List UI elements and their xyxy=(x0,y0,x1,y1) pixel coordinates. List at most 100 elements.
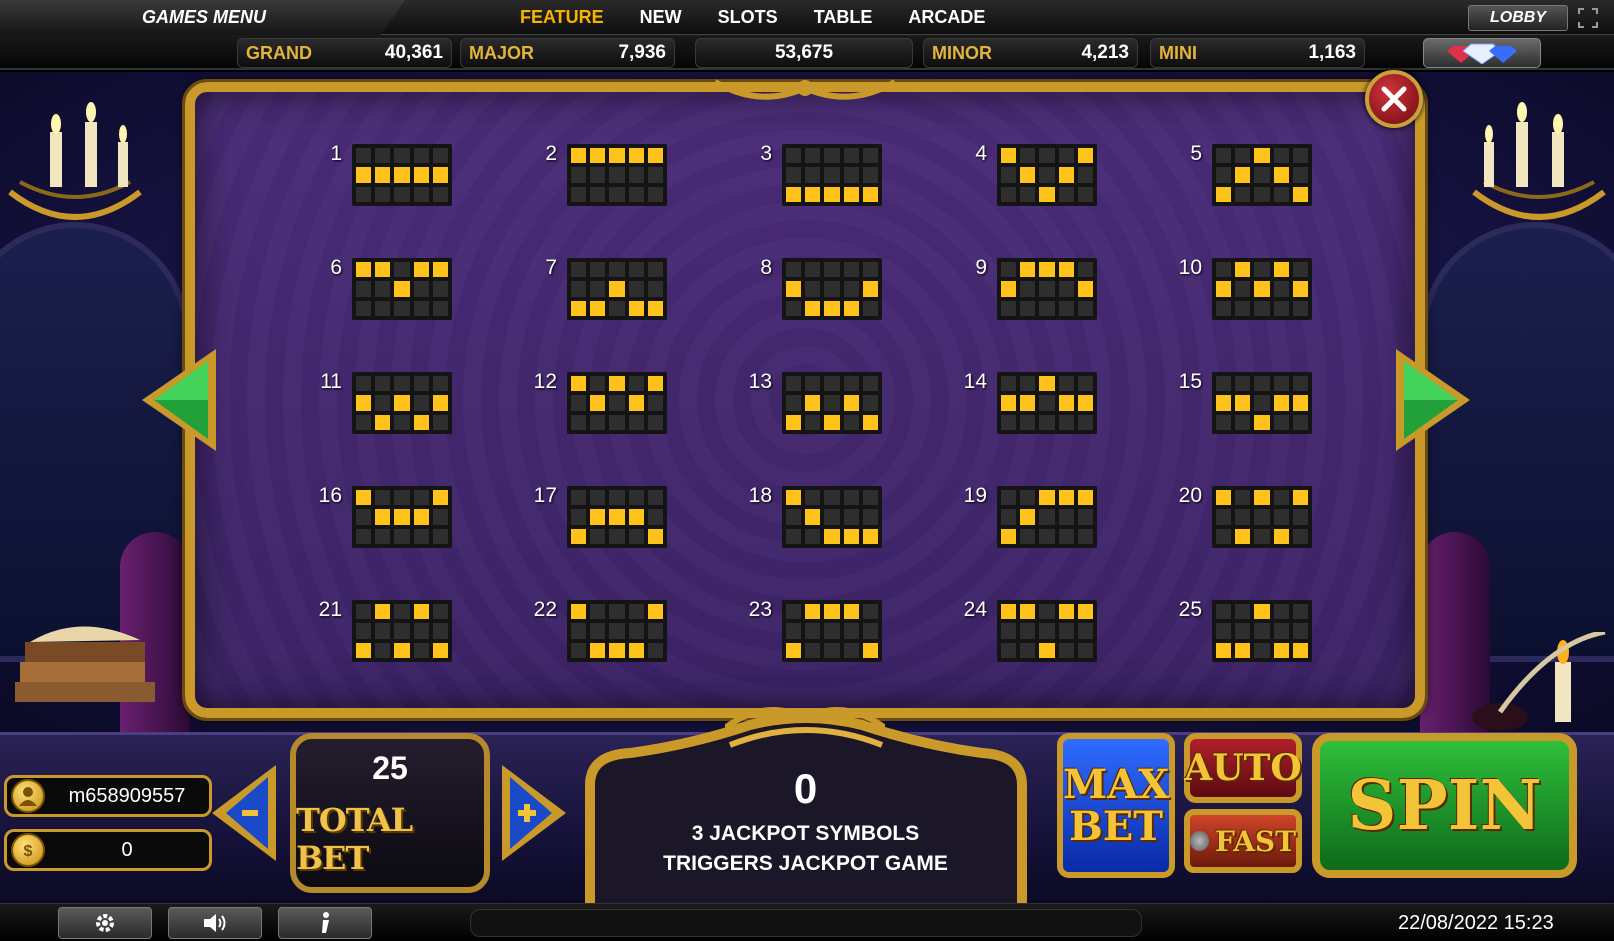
payline-cell-off xyxy=(647,623,663,639)
payline-cell-on xyxy=(394,395,410,411)
payline-cell-off xyxy=(432,604,448,620)
payline-cell-on xyxy=(786,490,802,506)
payline-cell-off xyxy=(1001,623,1017,639)
next-page-arrow-icon[interactable] xyxy=(1392,345,1474,455)
auto-spin-button[interactable]: AUTO xyxy=(1184,733,1302,803)
fullscreen-icon[interactable] xyxy=(1578,8,1598,28)
tab-slots[interactable]: SLOTS xyxy=(718,7,778,28)
vip-diamond-button[interactable] xyxy=(1423,38,1541,68)
payline-cell-off xyxy=(1292,300,1308,316)
info-button[interactable] xyxy=(278,907,372,939)
payline-cell-off xyxy=(1001,509,1017,525)
payline-cell-off xyxy=(1058,281,1074,297)
payline-cell-on xyxy=(609,148,625,164)
lobby-button[interactable]: LOBBY xyxy=(1468,5,1568,31)
payline-cell-on xyxy=(824,528,840,544)
payline-cell-off xyxy=(1273,186,1289,202)
jackpot-mini: MINI 1,163 xyxy=(1150,38,1365,68)
payline-cell-on xyxy=(805,509,821,525)
payline-cell-on xyxy=(1216,490,1232,506)
max-bet-label-2: BET xyxy=(1068,802,1164,850)
payline-cell-off xyxy=(394,414,410,430)
payline-pattern xyxy=(567,486,667,548)
balance-value: 0 xyxy=(121,838,133,861)
payline-cell-off xyxy=(590,528,606,544)
payline-cell-on xyxy=(824,414,840,430)
payline-cell-on xyxy=(1216,642,1232,658)
payline-16: 16 xyxy=(290,484,452,554)
payline-cell-on xyxy=(843,186,859,202)
payline-cell-off xyxy=(1020,642,1036,658)
message-track xyxy=(470,909,1142,937)
payline-number: 13 xyxy=(748,370,772,393)
payline-cell-on xyxy=(432,167,448,183)
payline-cell-off xyxy=(1254,167,1270,183)
payline-cell-on xyxy=(590,642,606,658)
payline-cell-off xyxy=(413,623,429,639)
payline-cell-off xyxy=(356,528,372,544)
payline-cell-off xyxy=(786,604,802,620)
settings-button[interactable] xyxy=(58,907,152,939)
payline-cell-off xyxy=(786,395,802,411)
payline-cell-off xyxy=(786,528,802,544)
payline-cell-off xyxy=(805,262,821,278)
payline-pattern xyxy=(1212,258,1312,320)
payline-cell-off xyxy=(1020,186,1036,202)
payline-4: 4 xyxy=(935,142,1097,212)
payline-cell-off xyxy=(1235,186,1251,202)
tab-arcade[interactable]: ARCADE xyxy=(908,7,985,28)
payline-cell-off xyxy=(805,490,821,506)
tab-feature[interactable]: FEATURE xyxy=(520,7,604,28)
fast-spin-toggle[interactable]: FAST xyxy=(1184,809,1302,873)
payline-cell-off xyxy=(805,414,821,430)
games-menu-label: GAMES MENU xyxy=(142,7,267,27)
payline-cell-on xyxy=(1020,262,1036,278)
payline-number: 1 xyxy=(330,142,342,165)
games-menu-button[interactable]: GAMES MENU xyxy=(0,0,405,35)
toggle-dot-icon xyxy=(1190,831,1209,851)
payline-cell-off xyxy=(1077,623,1093,639)
tab-new[interactable]: NEW xyxy=(640,7,682,28)
user-avatar-icon xyxy=(11,779,45,813)
payline-cell-on xyxy=(1292,186,1308,202)
payline-cell-on xyxy=(1235,262,1251,278)
payline-pattern xyxy=(567,258,667,320)
payline-cell-off xyxy=(1077,300,1093,316)
payline-cell-off xyxy=(862,509,878,525)
payline-cell-off xyxy=(1058,300,1074,316)
payline-cell-on xyxy=(432,642,448,658)
payline-cell-off xyxy=(413,281,429,297)
payline-cell-off xyxy=(1077,414,1093,430)
payline-cell-off xyxy=(862,376,878,392)
payline-pattern xyxy=(997,258,1097,320)
payline-cell-off xyxy=(1216,528,1232,544)
decrease-bet-button[interactable] xyxy=(210,763,280,863)
payline-cell-off xyxy=(1254,300,1270,316)
increase-bet-button[interactable] xyxy=(498,763,568,863)
payline-cell-off xyxy=(843,490,859,506)
tab-table[interactable]: TABLE xyxy=(814,7,873,28)
auto-label: AUTO xyxy=(1184,747,1302,789)
payline-cell-off xyxy=(571,262,587,278)
payline-cell-off xyxy=(1273,604,1289,620)
payline-cell-off xyxy=(394,528,410,544)
payline-cell-off xyxy=(1254,376,1270,392)
payline-cell-off xyxy=(1254,395,1270,411)
spin-button[interactable]: SPIN xyxy=(1312,733,1577,878)
payline-pattern xyxy=(1212,486,1312,548)
payline-cell-off xyxy=(1077,376,1093,392)
max-bet-button[interactable]: MAX BET xyxy=(1057,733,1175,878)
payline-cell-off xyxy=(843,642,859,658)
date-time: 22/08/2022 15:23 xyxy=(1398,912,1554,934)
payline-cell-on xyxy=(1058,490,1074,506)
left-chandelier-icon xyxy=(8,102,142,220)
payline-cell-off xyxy=(1020,414,1036,430)
prev-page-arrow-icon[interactable] xyxy=(138,345,220,455)
payline-number: 23 xyxy=(748,598,772,621)
payline-cell-off xyxy=(394,262,410,278)
payline-cell-off xyxy=(571,395,587,411)
sound-button[interactable] xyxy=(168,907,262,939)
payline-cell-on xyxy=(1292,395,1308,411)
payline-cell-off xyxy=(590,167,606,183)
close-paytable-button[interactable] xyxy=(1365,70,1423,128)
